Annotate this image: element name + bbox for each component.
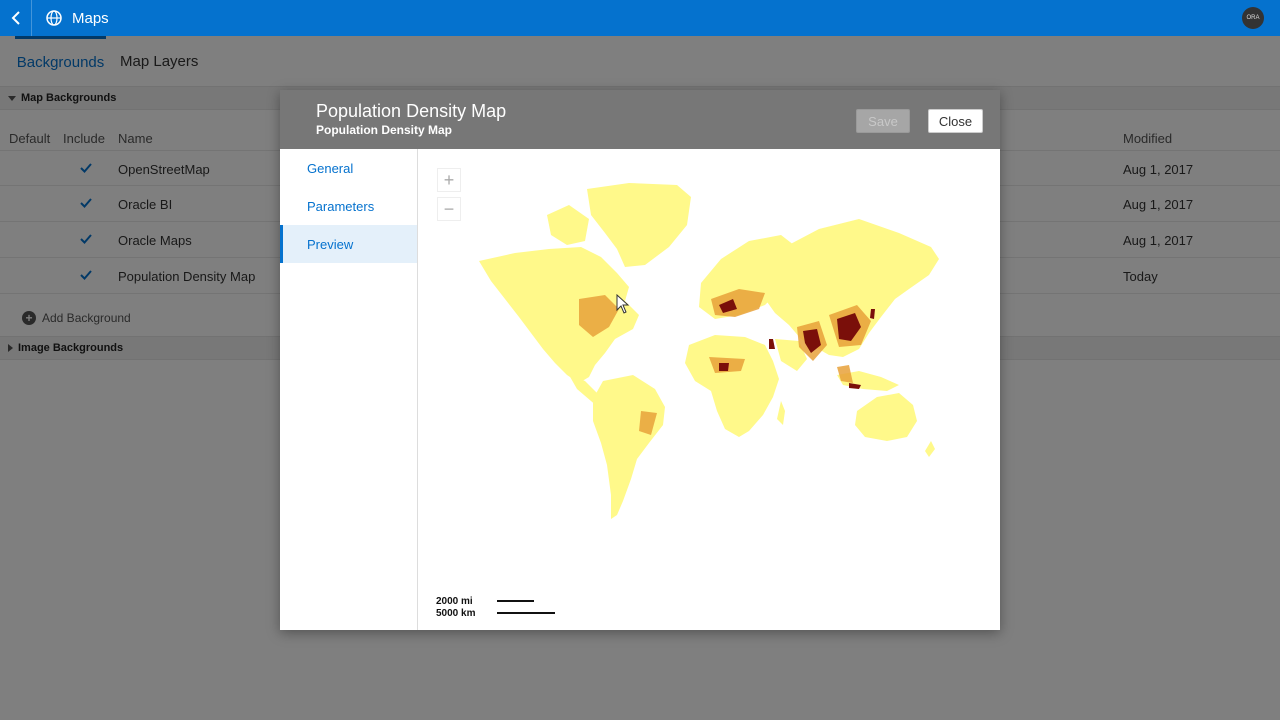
scale-km-label: 5000 km	[436, 608, 476, 619]
landmass-new-zealand	[925, 441, 935, 457]
landmass-madagascar	[777, 401, 785, 425]
scale-miles-label: 2000 mi	[436, 596, 473, 607]
dialog-header: Population Density Map Population Densit…	[280, 90, 1000, 149]
map-preview[interactable]: + − 2000 mi 5000 km	[419, 149, 1000, 630]
population-density-map	[479, 183, 939, 519]
save-button[interactable]: Save	[856, 109, 910, 133]
scale-bar-km	[497, 612, 555, 614]
top-bar: Maps ORA	[0, 0, 1280, 36]
nav-item-preview[interactable]: Preview	[280, 225, 417, 263]
landmass-south-america	[593, 375, 665, 519]
dialog-title: Population Density Map	[316, 101, 507, 121]
avatar[interactable]: ORA	[1242, 7, 1264, 29]
landmass-greenland	[587, 183, 691, 267]
app-title: Maps	[72, 9, 109, 27]
dialog-nav: General Parameters Preview	[280, 149, 418, 630]
landmass-arctic-islands	[547, 205, 589, 245]
back-button[interactable]	[0, 0, 32, 36]
dialog-subtitle: Population Density Map	[316, 123, 453, 137]
mouse-cursor-icon	[616, 294, 630, 314]
scale-bar-miles	[497, 600, 534, 602]
nav-item-general[interactable]: General	[280, 149, 417, 187]
landmass-africa	[685, 335, 779, 437]
density-southeast-asia	[837, 365, 853, 383]
density-high-nigeria	[719, 363, 729, 371]
chevron-left-icon	[11, 11, 20, 25]
preview-dialog: Population Density Map Population Densit…	[280, 90, 1000, 630]
close-button[interactable]: Close	[928, 109, 983, 133]
globe-icon	[46, 10, 62, 26]
nav-item-parameters[interactable]: Parameters	[280, 187, 417, 225]
landmass-australia	[855, 393, 917, 441]
density-high-nile	[769, 339, 775, 349]
